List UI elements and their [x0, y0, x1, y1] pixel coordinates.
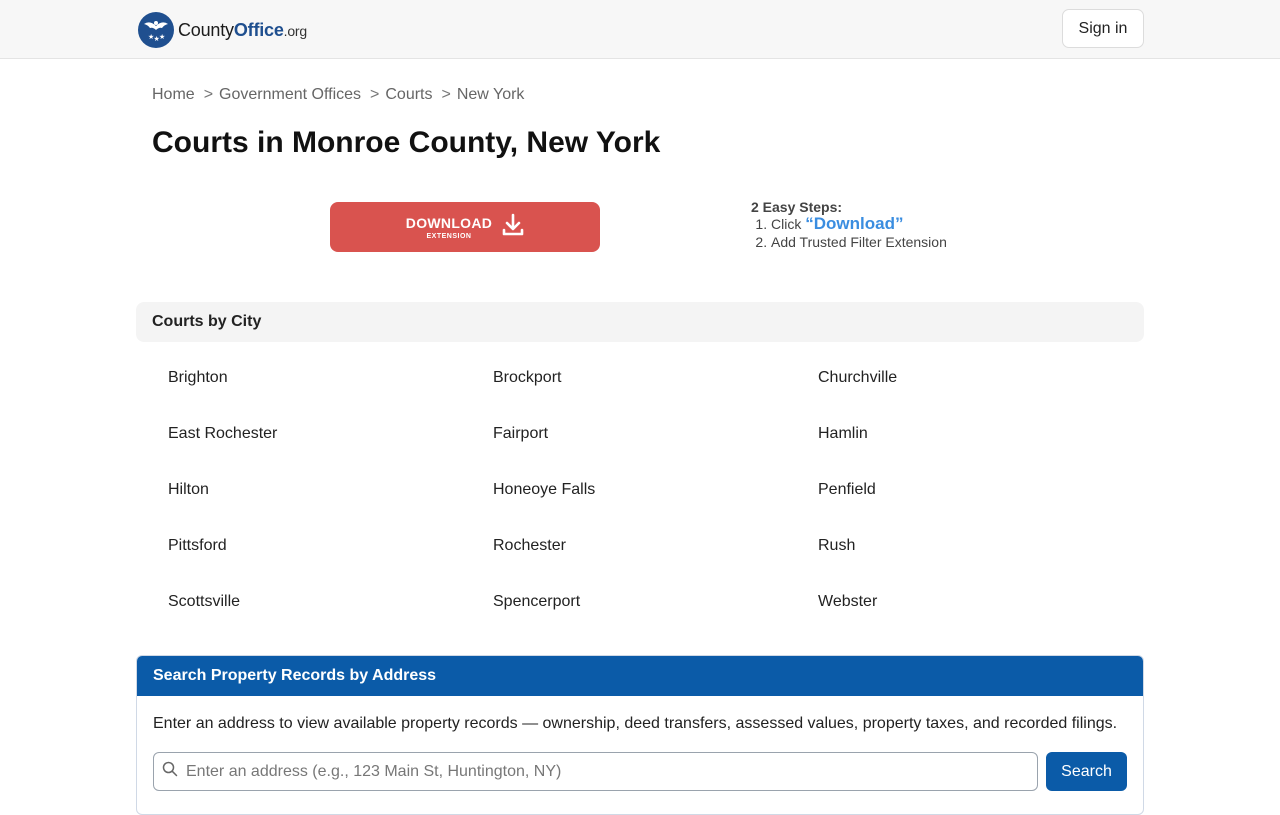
- svg-text:★: ★: [159, 33, 165, 41]
- search-icon: [162, 761, 178, 782]
- steps-title: 2 Easy Steps:: [751, 199, 843, 215]
- sign-in-button[interactable]: Sign in: [1062, 9, 1144, 48]
- address-search-field[interactable]: [153, 752, 1038, 791]
- city-link-hamlin[interactable]: Hamlin: [818, 406, 1144, 462]
- breadcrumb-separator: >: [441, 86, 451, 103]
- breadcrumb-home[interactable]: Home: [152, 86, 195, 104]
- city-link-spencerport[interactable]: Spencerport: [493, 574, 818, 630]
- city-link-churchville[interactable]: Churchville: [818, 350, 1144, 406]
- download-icon: [502, 213, 524, 242]
- steps-list: Click “Download” Add Trusted Filter Exte…: [771, 215, 947, 251]
- breadcrumb-government-offices[interactable]: Government Offices: [219, 86, 361, 104]
- logo-text: CountyOffice.org: [178, 19, 307, 40]
- search-button[interactable]: Search: [1046, 752, 1127, 791]
- city-link-east-rochester[interactable]: East Rochester: [168, 406, 493, 462]
- step-2: Add Trusted Filter Extension: [771, 233, 947, 251]
- download-label-group: DOWNLOAD EXTENSION: [406, 215, 492, 240]
- breadcrumb-separator: >: [370, 86, 380, 103]
- city-link-honeoye-falls[interactable]: Honeoye Falls: [493, 462, 818, 518]
- city-link-brockport[interactable]: Brockport: [493, 350, 818, 406]
- city-link-webster[interactable]: Webster: [818, 574, 1144, 630]
- eagle-emblem-icon: ★ ★ ★: [138, 12, 174, 48]
- city-link-rochester[interactable]: Rochester: [493, 518, 818, 574]
- easy-steps: 2 Easy Steps: Click “Download” Add Trust…: [751, 199, 947, 251]
- city-list: Brighton Brockport Churchville East Roch…: [168, 350, 1144, 630]
- download-label: DOWNLOAD: [405, 214, 493, 231]
- property-search-header: Search Property Records by Address: [137, 656, 1143, 696]
- city-link-brighton[interactable]: Brighton: [168, 350, 493, 406]
- breadcrumb: Home > Government Offices > Courts > New…: [152, 86, 524, 104]
- page-title: Courts in Monroe County, New York: [152, 126, 661, 159]
- city-link-fairport[interactable]: Fairport: [493, 406, 818, 462]
- courts-by-city-header: Courts by City: [136, 302, 1144, 342]
- city-link-scottsville[interactable]: Scottsville: [168, 574, 493, 630]
- step-1: Click “Download”: [771, 215, 947, 233]
- city-link-pittsford[interactable]: Pittsford: [168, 518, 493, 574]
- step-download-link[interactable]: “Download”: [805, 214, 903, 233]
- city-link-penfield[interactable]: Penfield: [818, 462, 1144, 518]
- city-link-rush[interactable]: Rush: [818, 518, 1144, 574]
- breadcrumb-separator: >: [203, 86, 214, 103]
- property-search-panel: Search Property Records by Address Enter…: [136, 655, 1144, 815]
- site-logo[interactable]: ★ ★ ★ CountyOffice.org: [138, 12, 307, 48]
- property-search-description: Enter an address to view available prope…: [153, 715, 1118, 732]
- breadcrumb-courts[interactable]: Courts: [385, 86, 432, 104]
- top-navbar: ★ ★ ★ CountyOffice.org Sign in: [0, 0, 1280, 59]
- download-sublabel: EXTENSION: [426, 232, 472, 240]
- breadcrumb-new-york[interactable]: New York: [457, 86, 525, 104]
- address-search-input[interactable]: [186, 762, 1026, 781]
- download-extension-button[interactable]: DOWNLOAD EXTENSION: [330, 202, 600, 252]
- city-link-hilton[interactable]: Hilton: [168, 462, 493, 518]
